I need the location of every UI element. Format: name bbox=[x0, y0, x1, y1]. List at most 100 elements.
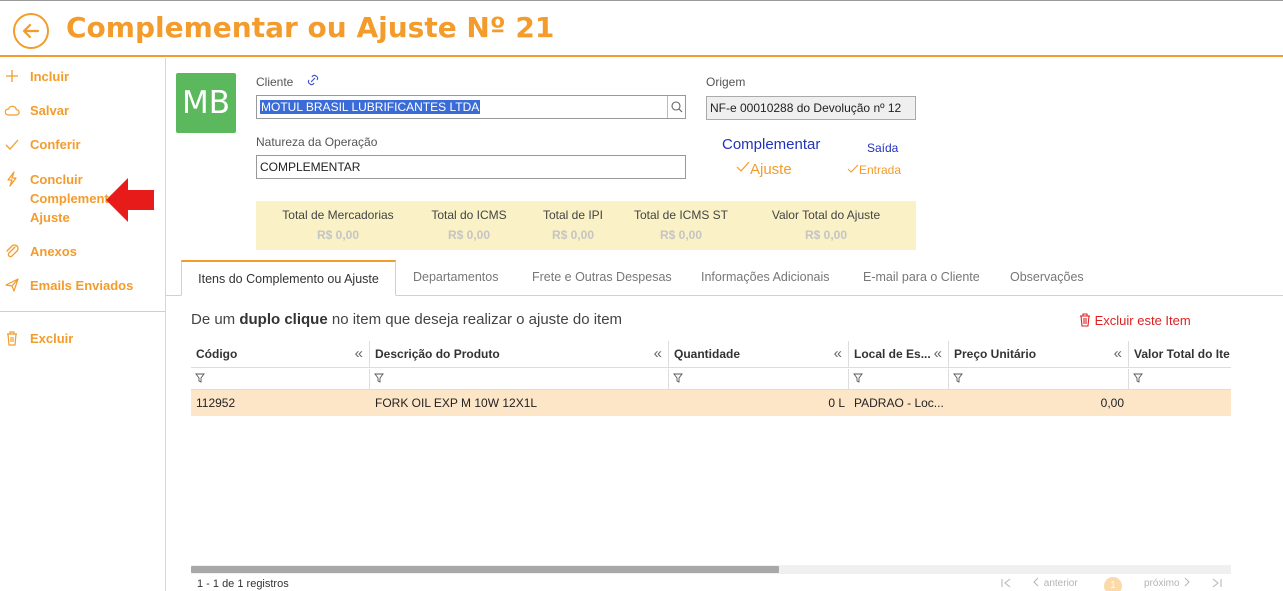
cell-quantidade: 0 L bbox=[828, 396, 845, 410]
red-arrow-annotation-icon bbox=[106, 178, 154, 222]
chevron-left-icon bbox=[1033, 577, 1039, 587]
column-title: Descrição do Produto bbox=[375, 347, 500, 361]
hint-suffix: no item que deseja realizar o ajuste do … bbox=[331, 311, 623, 328]
filter-icon bbox=[853, 373, 863, 383]
sidebar: Incluir Salvar Conferir Concluir Complem… bbox=[0, 58, 166, 591]
filter-cell[interactable] bbox=[1129, 369, 1231, 390]
tab-departamentos[interactable]: Departamentos bbox=[413, 270, 498, 284]
sidebar-divider bbox=[0, 311, 165, 312]
next-label: próximo bbox=[1144, 578, 1180, 589]
arrow-left-icon bbox=[22, 23, 40, 39]
collapse-column-icon[interactable]: « bbox=[834, 341, 842, 367]
collapse-column-icon[interactable]: « bbox=[355, 341, 363, 367]
sidebar-item-label: Anexos bbox=[30, 244, 77, 259]
cell-descricao: FORK OIL EXP M 10W 12X1L bbox=[375, 396, 538, 410]
option-entrada[interactable]: Entrada bbox=[847, 163, 901, 177]
excluir-item-button[interactable]: Excluir este Item bbox=[1079, 313, 1191, 328]
last-page-button[interactable] bbox=[1211, 577, 1223, 591]
natureza-label: Natureza da Operação bbox=[256, 135, 378, 149]
sidebar-item-label: Conferir bbox=[30, 137, 81, 152]
option-saida[interactable]: Saída bbox=[867, 141, 898, 155]
table-row[interactable]: 112952 FORK OIL EXP M 10W 12X1L 0 L PADR… bbox=[191, 390, 1231, 416]
chevron-right-icon bbox=[1185, 577, 1191, 587]
next-page-button[interactable]: próximo bbox=[1144, 577, 1192, 589]
check-icon bbox=[5, 139, 19, 150]
first-page-icon bbox=[1001, 578, 1011, 588]
excluir-item-label: Excluir este Item bbox=[1094, 313, 1191, 328]
page-title: Complementar ou Ajuste Nº 21 bbox=[66, 11, 555, 44]
total-label: Total do ICMS bbox=[431, 208, 507, 222]
column-header-preco[interactable]: Preço Unitário « bbox=[949, 341, 1129, 368]
column-header-local[interactable]: Local de Es... « bbox=[849, 341, 949, 368]
filter-icon bbox=[374, 373, 384, 383]
cell-valor-total bbox=[1129, 390, 1231, 416]
column-header-codigo[interactable]: Código « bbox=[191, 341, 370, 368]
natureza-field[interactable]: COMPLEMENTAR bbox=[256, 155, 686, 179]
total-value: R$ 0,00 bbox=[447, 228, 491, 242]
lightning-icon bbox=[7, 171, 17, 187]
column-header-quantidade[interactable]: Quantidade « bbox=[669, 341, 849, 368]
last-page-icon bbox=[1212, 578, 1222, 588]
option-complementar[interactable]: Complementar bbox=[722, 136, 820, 153]
cliente-search-button[interactable] bbox=[667, 96, 685, 118]
column-title: Preço Unitário bbox=[954, 347, 1037, 361]
total-label: Total de IPI bbox=[542, 208, 604, 222]
back-button[interactable] bbox=[13, 13, 49, 49]
total-value: R$ 0,00 bbox=[316, 228, 360, 242]
filter-cell[interactable] bbox=[669, 369, 849, 390]
current-page[interactable]: 1 bbox=[1104, 577, 1122, 591]
total-label: Total de ICMS ST bbox=[633, 208, 729, 222]
items-grid: Código « Descrição do Produto « Quantidade… bbox=[191, 341, 1231, 571]
cliente-label: Cliente bbox=[256, 75, 294, 89]
previous-page-button[interactable]: anterior bbox=[1031, 577, 1078, 589]
origem-label: Origem bbox=[706, 75, 746, 89]
total-value: R$ 0,00 bbox=[659, 228, 703, 242]
tab-observacoes[interactable]: Observações bbox=[1010, 270, 1084, 284]
tab-itens[interactable]: Itens do Complemento ou Ajuste bbox=[181, 260, 396, 296]
totals-panel: Total de Mercadorias R$ 0,00 Total do IC… bbox=[256, 201, 916, 250]
scrollbar-thumb[interactable] bbox=[191, 566, 779, 573]
collapse-column-icon[interactable]: « bbox=[654, 341, 662, 367]
avatar: MB bbox=[176, 73, 236, 133]
search-icon bbox=[671, 101, 683, 113]
column-title: Quantidade bbox=[674, 347, 741, 361]
column-title: Local de Es... bbox=[854, 347, 931, 361]
link-icon[interactable] bbox=[305, 73, 321, 87]
sidebar-item-label: Emails Enviados bbox=[30, 278, 134, 293]
collapse-column-icon[interactable]: « bbox=[1114, 341, 1122, 367]
record-count: 1 - 1 de 1 registros bbox=[197, 578, 289, 590]
hint-prefix: De um bbox=[191, 311, 236, 328]
cell-codigo: 112952 bbox=[196, 396, 236, 410]
cliente-field[interactable]: MOTUL BRASIL LUBRIFICANTES LTDA bbox=[256, 95, 686, 119]
option-entrada-label: Entrada bbox=[859, 163, 902, 177]
filter-icon bbox=[673, 373, 683, 383]
cell-preco: 0,00 bbox=[1100, 396, 1124, 410]
option-ajuste[interactable]: Ajuste bbox=[736, 161, 792, 178]
tab-email[interactable]: E-mail para o Cliente bbox=[863, 270, 980, 284]
filter-icon bbox=[953, 373, 963, 383]
collapse-column-icon[interactable]: « bbox=[934, 341, 942, 367]
filter-cell[interactable] bbox=[849, 369, 949, 390]
column-header-descricao[interactable]: Descrição do Produto « bbox=[370, 341, 669, 368]
paper-plane-icon bbox=[5, 278, 19, 292]
page-header: Complementar ou Ajuste Nº 21 bbox=[0, 1, 1283, 57]
tab-informacoes[interactable]: Informações Adicionais bbox=[701, 270, 830, 284]
sidebar-item-label: Salvar bbox=[30, 103, 70, 118]
column-header-valor-total[interactable]: Valor Total do Ite bbox=[1129, 341, 1231, 368]
total-ajuste: Valor Total do Ajuste R$ 0,00 bbox=[762, 208, 890, 242]
filter-icon bbox=[195, 373, 205, 383]
filter-cell[interactable] bbox=[191, 369, 370, 390]
check-icon bbox=[736, 161, 750, 172]
filter-icon bbox=[1133, 373, 1143, 383]
horizontal-scrollbar[interactable] bbox=[191, 565, 1231, 574]
grid-hint: De um duplo clique no item que deseja re… bbox=[191, 311, 622, 328]
trash-icon bbox=[1080, 313, 1090, 327]
tab-frete[interactable]: Frete e Outras Despesas bbox=[532, 270, 672, 284]
sidebar-item-label: Excluir bbox=[30, 331, 74, 346]
filter-cell[interactable] bbox=[949, 369, 1129, 390]
cell-local: PADRAO - Loc... bbox=[854, 396, 944, 410]
first-page-button[interactable] bbox=[1000, 577, 1012, 591]
sidebar-item-label: Incluir bbox=[30, 69, 70, 84]
filter-cell[interactable] bbox=[370, 369, 669, 390]
total-label: Valor Total do Ajuste bbox=[771, 208, 881, 222]
